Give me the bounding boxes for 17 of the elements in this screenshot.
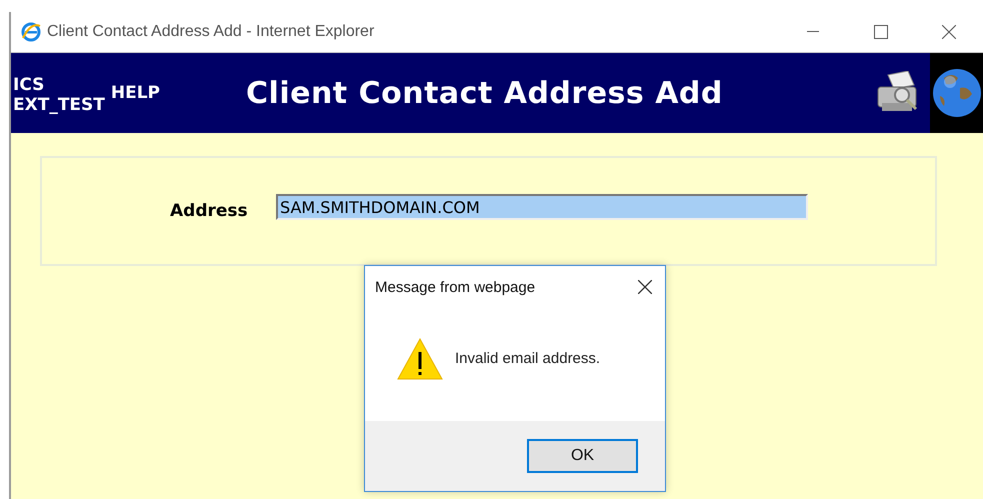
warning-icon: [397, 338, 443, 380]
address-label: Address: [170, 201, 249, 221]
maximize-icon: [874, 25, 888, 39]
dialog-message: Invalid email address.: [455, 350, 600, 367]
user-label: ICS: [13, 75, 46, 95]
dialog-title: Message from webpage: [375, 278, 536, 296]
close-icon: [638, 280, 652, 294]
window-title: Client Contact Address Add - Internet Explorer: [47, 23, 376, 41]
browser-logo-icon: [21, 22, 41, 42]
help-link[interactable]: HELP: [110, 83, 160, 103]
user-label: EXT_TEST: [13, 95, 105, 115]
page-title: Client Contact Address Add: [246, 76, 724, 110]
minimize-icon: [807, 31, 819, 33]
globe-icon: [930, 53, 983, 133]
close-icon: [942, 25, 956, 39]
address-field[interactable]: SAM.SMITHDOMAIN.COM: [276, 194, 808, 220]
ok-button[interactable]: OK: [527, 439, 638, 473]
